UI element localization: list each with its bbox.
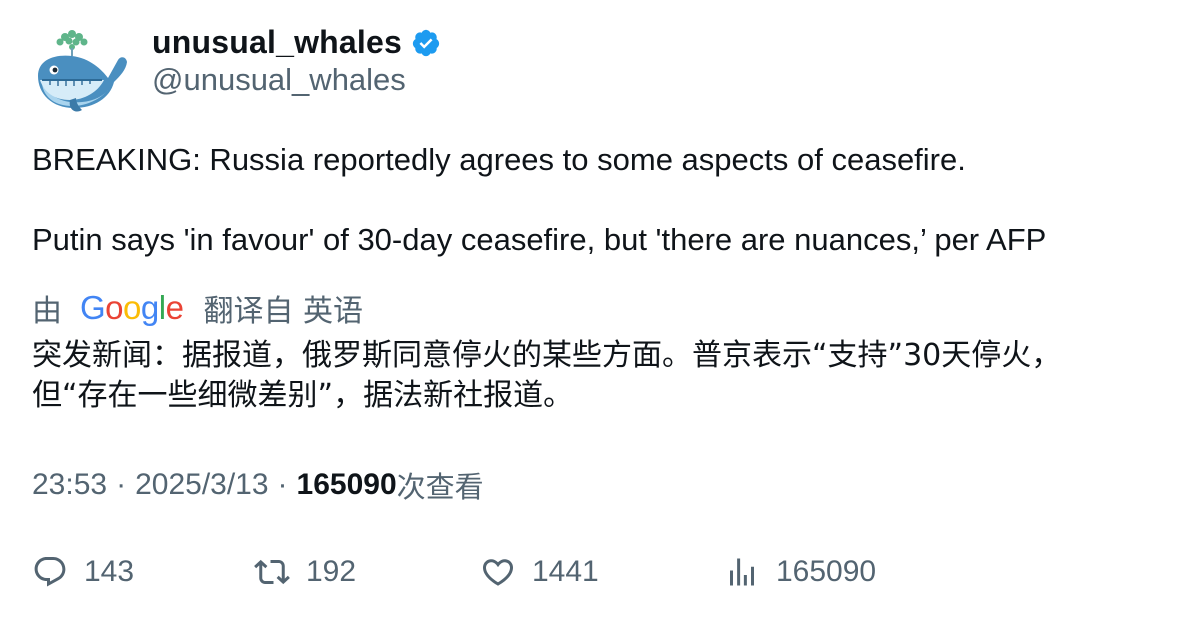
author-handle[interactable]: @unusual_whales bbox=[152, 62, 406, 98]
google-logo-letter: o bbox=[123, 289, 141, 326]
tweet-paragraph: Putin says 'in favour' of 30-day ceasefi… bbox=[32, 222, 1047, 257]
retweet-count: 192 bbox=[306, 555, 357, 588]
google-logo: G o o g l e bbox=[80, 289, 184, 327]
whale-avatar-icon bbox=[38, 30, 127, 112]
views-button[interactable]: 165090 bbox=[724, 550, 876, 594]
google-logo-letter: g bbox=[140, 289, 159, 326]
reply-button[interactable]: 143 bbox=[32, 550, 134, 594]
retweet-button[interactable]: 192 bbox=[254, 550, 356, 594]
like-button[interactable]: 1441 bbox=[480, 550, 599, 594]
author-name-row: unusual_whales bbox=[152, 22, 441, 62]
action-bar: 143 192 1441 165090 bbox=[32, 550, 1162, 594]
google-logo-letter: l bbox=[158, 289, 166, 326]
analytics-icon bbox=[730, 558, 754, 586]
views-action-count: 165090 bbox=[776, 555, 877, 588]
translated-text: 突发新闻：据报道，俄罗斯同意停火的某些方面。普京表示“支持”30天停火， 但“存… bbox=[32, 336, 1162, 416]
meta-separator: · bbox=[116, 468, 127, 501]
meta-separator: · bbox=[277, 468, 288, 501]
translated-line: 但“存在一些细微差别”，据法新社报道。 bbox=[32, 378, 574, 413]
avatar[interactable] bbox=[32, 26, 128, 116]
tweet-paragraph: BREAKING: Russia reportedly agrees to so… bbox=[32, 142, 966, 177]
google-logo-letter: o bbox=[105, 289, 124, 326]
like-count: 1441 bbox=[532, 555, 599, 588]
translation-attribution[interactable]: 由 G o o g l e 翻译自 英语 bbox=[32, 288, 363, 329]
reply-icon bbox=[34, 557, 66, 587]
google-logo-letter: e bbox=[165, 289, 184, 326]
retweet-icon bbox=[254, 559, 290, 585]
translated-line: 突发新闻：据报道，俄罗斯同意停火的某些方面。普京表示“支持”30天停火， bbox=[32, 338, 1062, 373]
views-count: 165090 bbox=[296, 468, 397, 501]
heart-icon bbox=[482, 559, 514, 586]
tweet-time[interactable]: 23:53 bbox=[32, 468, 107, 502]
tweet-text: BREAKING: Russia reportedly agrees to so… bbox=[32, 140, 1162, 260]
translation-prefix: 由 bbox=[32, 294, 62, 329]
tweet-date[interactable]: 2025/3/13 bbox=[135, 468, 268, 502]
reply-count: 143 bbox=[84, 555, 135, 588]
google-logo-letter: G bbox=[80, 289, 106, 326]
verified-badge-icon bbox=[412, 29, 440, 57]
author-display-name[interactable]: unusual_whales bbox=[152, 24, 402, 61]
views-label: 次查看 bbox=[396, 470, 484, 504]
tweet-meta: 23:53 · 2025/3/13 · 165090 次查看 bbox=[32, 464, 484, 506]
translation-suffix: 翻译自 英语 bbox=[203, 294, 363, 329]
